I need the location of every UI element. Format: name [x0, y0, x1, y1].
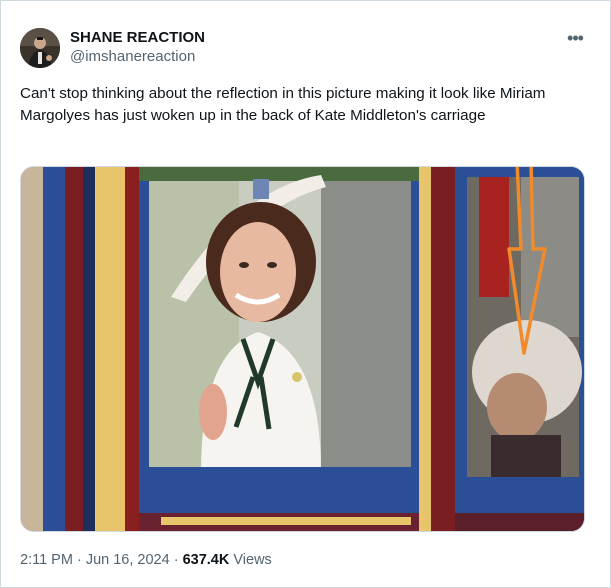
author-avatar[interactable] — [20, 28, 60, 68]
tweet-meta: 2:11 PM · Jun 16, 2024 · 637.4K Views — [20, 551, 272, 569]
profile-photo-icon — [20, 28, 60, 68]
tweet-text: Can't stop thinking about the reflection… — [20, 85, 546, 124]
author-display-name[interactable]: SHANE REACTION — [70, 29, 205, 47]
tweet-time[interactable]: 2:11 PM — [20, 552, 73, 568]
meta-separator: · — [72, 552, 86, 568]
views-label: Views — [229, 552, 272, 568]
more-options-icon[interactable]: ••• — [562, 28, 588, 48]
tweet-card: SHANE REACTION @imshanereaction ••• Can'… — [0, 0, 611, 588]
meta-separator: · — [169, 552, 183, 568]
author-info: SHANE REACTION @imshanereaction — [70, 29, 205, 67]
tweet-media-photo[interactable] — [20, 166, 585, 532]
views-count: 637.4K — [182, 552, 230, 568]
tweet-date[interactable]: Jun 16, 2024 — [86, 552, 170, 568]
carriage-photo — [21, 167, 584, 531]
author-handle[interactable]: @imshanereaction — [70, 47, 205, 67]
